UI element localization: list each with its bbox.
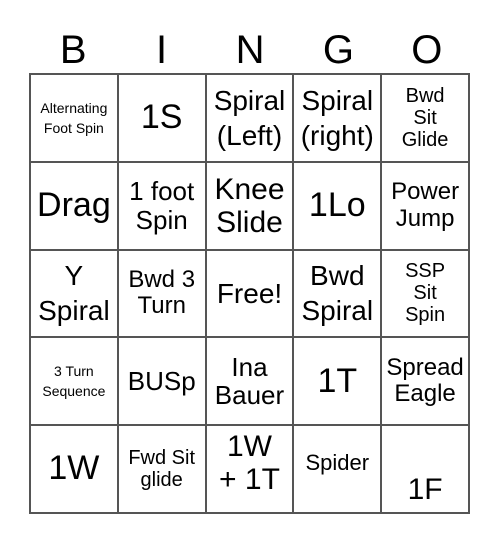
- bingo-cell[interactable]: 1F: [381, 425, 469, 513]
- bingo-cell[interactable]: 1T: [293, 337, 382, 426]
- bingo-cell[interactable]: Ina Bauer: [205, 337, 294, 426]
- bingo-cell[interactable]: Drag: [30, 161, 118, 250]
- bingo-cell[interactable]: SSP Sit Spin: [381, 249, 469, 338]
- header-letter-b: B: [59, 28, 87, 72]
- bingo-cell[interactable]: Spiral (Left): [205, 74, 294, 162]
- bingo-cell[interactable]: BUSp: [117, 337, 206, 426]
- bingo-cell[interactable]: Spiral (right): [293, 74, 382, 162]
- bingo-cell[interactable]: 1W: [30, 425, 118, 513]
- bingo-cell[interactable]: 1Lo: [293, 161, 382, 250]
- header-letter-i: I: [156, 28, 168, 72]
- bingo-cell[interactable]: Y Spiral: [30, 249, 118, 338]
- bingo-cell[interactable]: Bwd Spiral: [293, 249, 382, 338]
- bingo-cell[interactable]: Bwd 3 Turn: [117, 249, 206, 338]
- bingo-cell[interactable]: Knee Slide: [205, 161, 294, 250]
- bingo-cell[interactable]: Alternating Foot Spin: [30, 74, 118, 162]
- bingo-cell[interactable]: 3 Turn Sequence: [30, 337, 118, 426]
- bingo-cell[interactable]: Power Jump: [381, 161, 469, 250]
- bingo-cell[interactable]: Spider: [293, 425, 382, 513]
- header-letter-o: O: [411, 28, 443, 72]
- bingo-header: B I N G O: [29, 28, 471, 72]
- bingo-grid: Alternating Foot Spin 1S Spiral (Left) S…: [29, 73, 470, 514]
- header-letter-n: N: [235, 28, 265, 72]
- bingo-cell[interactable]: Fwd Sit glide: [117, 425, 206, 513]
- bingo-cell[interactable]: 1W + 1T: [205, 425, 294, 513]
- header-letter-g: G: [322, 28, 354, 72]
- bingo-cell[interactable]: Bwd Sit Glide: [381, 74, 469, 162]
- bingo-cell[interactable]: 1 foot Spin: [117, 161, 206, 250]
- bingo-cell[interactable]: 1S: [117, 74, 206, 162]
- free-space-cell[interactable]: Free!: [205, 249, 294, 338]
- bingo-cell[interactable]: Spread Eagle: [381, 337, 469, 426]
